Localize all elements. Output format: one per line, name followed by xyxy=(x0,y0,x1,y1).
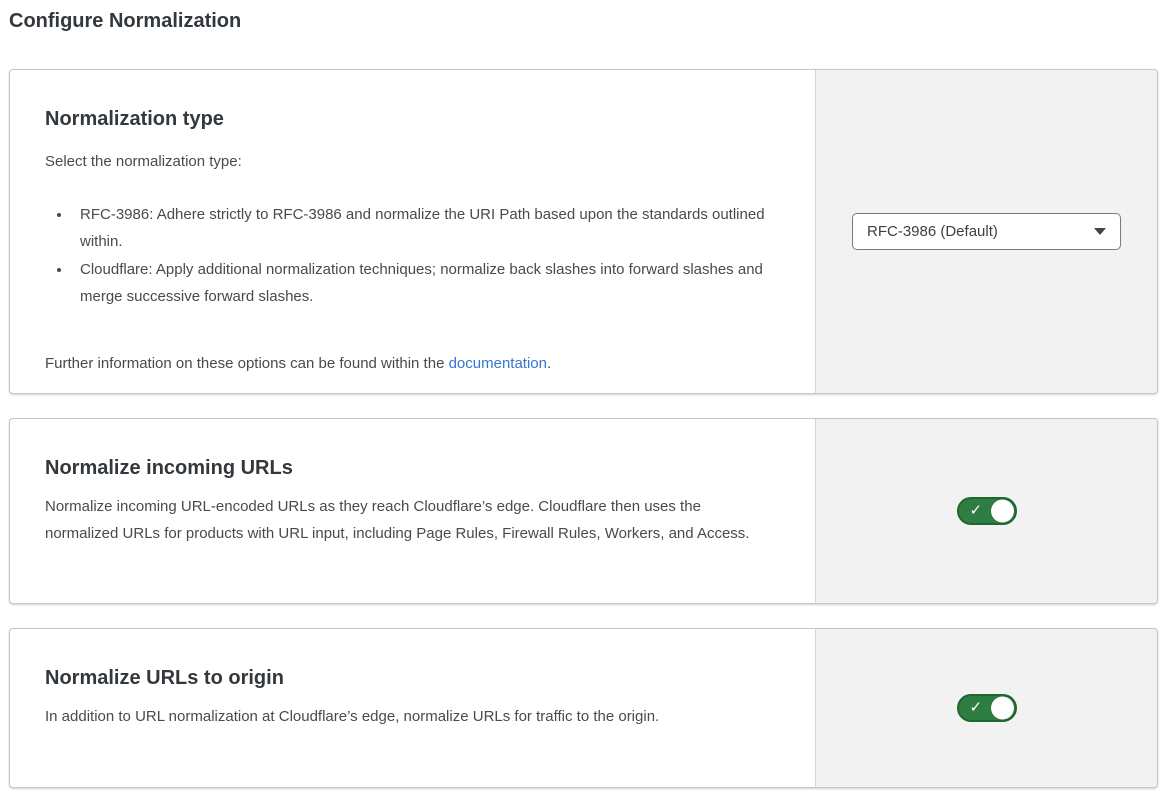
normalization-type-options-list: RFC-3986: Adhere strictly to RFC-3986 an… xyxy=(45,201,765,310)
list-item: RFC-3986: Adhere strictly to RFC-3986 an… xyxy=(72,201,765,255)
normalize-incoming-urls-card: Normalize incoming URLs Normalize incomi… xyxy=(9,418,1158,604)
card-title-normalization-type: Normalization type xyxy=(45,106,775,132)
toggle-knob xyxy=(991,500,1014,523)
list-item: Cloudflare: Apply additional normalizati… xyxy=(72,256,765,310)
normalize-incoming-urls-content: Normalize incoming URLs Normalize incomi… xyxy=(10,419,815,603)
selected-option-label: RFC-3986 (Default) xyxy=(867,223,1094,240)
normalization-type-content: Normalization type Select the normalizat… xyxy=(10,70,815,393)
page-title: Configure Normalization xyxy=(9,8,1158,34)
configure-normalization-page: Configure Normalization Normalization ty… xyxy=(0,0,1167,788)
normalization-type-control-panel: RFC-3986 (Default) xyxy=(815,70,1157,393)
normalize-urls-to-origin-description: In addition to URL normalization at Clou… xyxy=(45,703,775,730)
checkmark-icon: ✓ xyxy=(970,700,983,715)
normalize-incoming-urls-control-panel: ✓ xyxy=(815,419,1157,603)
documentation-link[interactable]: documentation xyxy=(449,355,547,372)
card-title-normalize-urls-to-origin: Normalize URLs to origin xyxy=(45,665,775,691)
chevron-down-icon xyxy=(1094,228,1106,235)
footer-text-suffix: . xyxy=(547,355,551,372)
normalization-type-select[interactable]: RFC-3986 (Default) xyxy=(852,213,1121,250)
normalization-type-footer: Further information on these options can… xyxy=(45,350,775,377)
footer-text: Further information on these options can… xyxy=(45,355,449,372)
normalization-type-subtitle: Select the normalization type: xyxy=(45,148,775,175)
card-title-normalize-incoming-urls: Normalize incoming URLs xyxy=(45,455,775,481)
normalize-urls-to-origin-card: Normalize URLs to origin In addition to … xyxy=(9,628,1158,788)
toggle-knob xyxy=(991,697,1014,720)
normalization-type-card: Normalization type Select the normalizat… xyxy=(9,69,1158,394)
normalize-incoming-urls-toggle[interactable]: ✓ xyxy=(957,497,1017,525)
normalize-urls-to-origin-toggle[interactable]: ✓ xyxy=(957,694,1017,722)
normalize-incoming-urls-description: Normalize incoming URL-encoded URLs as t… xyxy=(45,493,775,547)
normalize-urls-to-origin-control-panel: ✓ xyxy=(815,629,1157,787)
normalize-urls-to-origin-content: Normalize URLs to origin In addition to … xyxy=(10,629,815,787)
checkmark-icon: ✓ xyxy=(970,503,983,518)
